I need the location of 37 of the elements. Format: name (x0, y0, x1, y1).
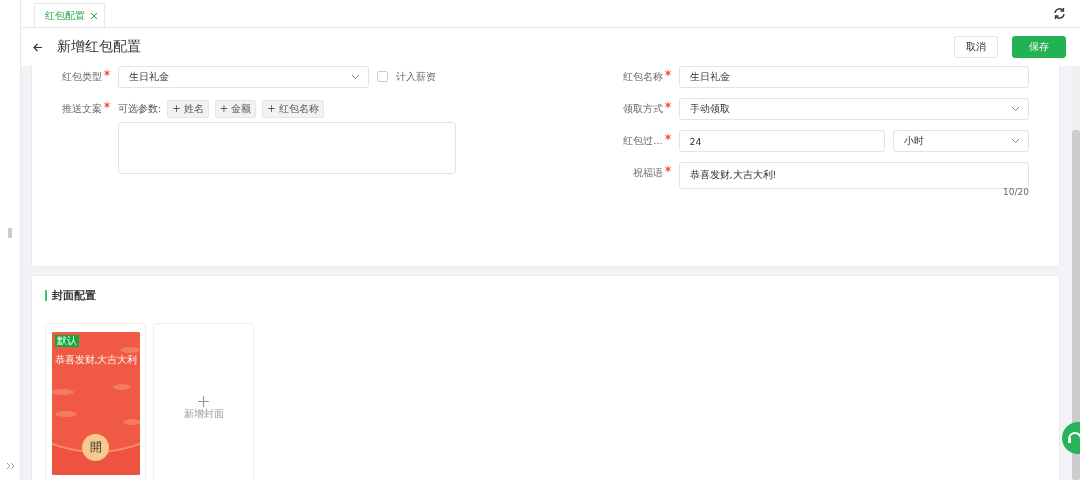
field-label: 红包类型 (62, 71, 102, 82)
textarea-field[interactable] (118, 122, 456, 174)
chevron-down-icon (1011, 138, 1020, 144)
param-tag[interactable]: + 姓名 (167, 100, 209, 118)
input-field[interactable]: 24 (678, 130, 885, 152)
cover-item[interactable]: 默认 恭喜发财,大吉大利 開 (45, 323, 146, 480)
chevron-down-icon (1011, 106, 1020, 112)
char-counter: 10/20 (1003, 187, 1029, 197)
expand-icon[interactable] (5, 461, 15, 472)
field-label: 红包过... (623, 135, 663, 146)
field-label: 推送文案 (62, 103, 102, 114)
select-field[interactable]: 手动领取 (678, 98, 1029, 120)
params-label: 可选参数: (118, 102, 162, 116)
checkbox[interactable] (377, 71, 388, 82)
param-tag[interactable]: + 红包名称 (262, 100, 324, 118)
back-arrow-icon[interactable] (33, 42, 43, 52)
refresh-icon[interactable] (1053, 7, 1066, 20)
section-title: 封面配置 (45, 290, 1059, 301)
field-label: 领取方式 (622, 103, 663, 114)
chevron-down-icon (351, 74, 360, 80)
cover-greeting: 恭喜发财,大吉大利 (54, 354, 138, 367)
field-label: 祝福语 (632, 167, 663, 178)
default-badge: 默认 (55, 335, 79, 347)
textarea-field[interactable]: 恭喜发财,大吉大利! (678, 162, 1029, 189)
resize-handle-icon[interactable] (8, 228, 12, 240)
select-field[interactable]: 生日礼金 (118, 66, 369, 88)
headset-icon (1067, 430, 1080, 446)
page-title: 新增红包配置 (57, 38, 142, 56)
select-field[interactable]: 小时 (893, 130, 1029, 152)
cancel-button[interactable]: 取消 (954, 36, 998, 58)
scrollbar-thumb[interactable] (1072, 130, 1080, 480)
input-field[interactable]: 生日礼金 (678, 66, 1029, 88)
param-tag[interactable]: + 金额 (214, 100, 257, 118)
plus-icon (198, 395, 209, 407)
field-label: 红包名称 (622, 71, 663, 82)
checkbox-label: 计入薪资 (396, 70, 436, 84)
close-icon[interactable] (90, 11, 98, 20)
